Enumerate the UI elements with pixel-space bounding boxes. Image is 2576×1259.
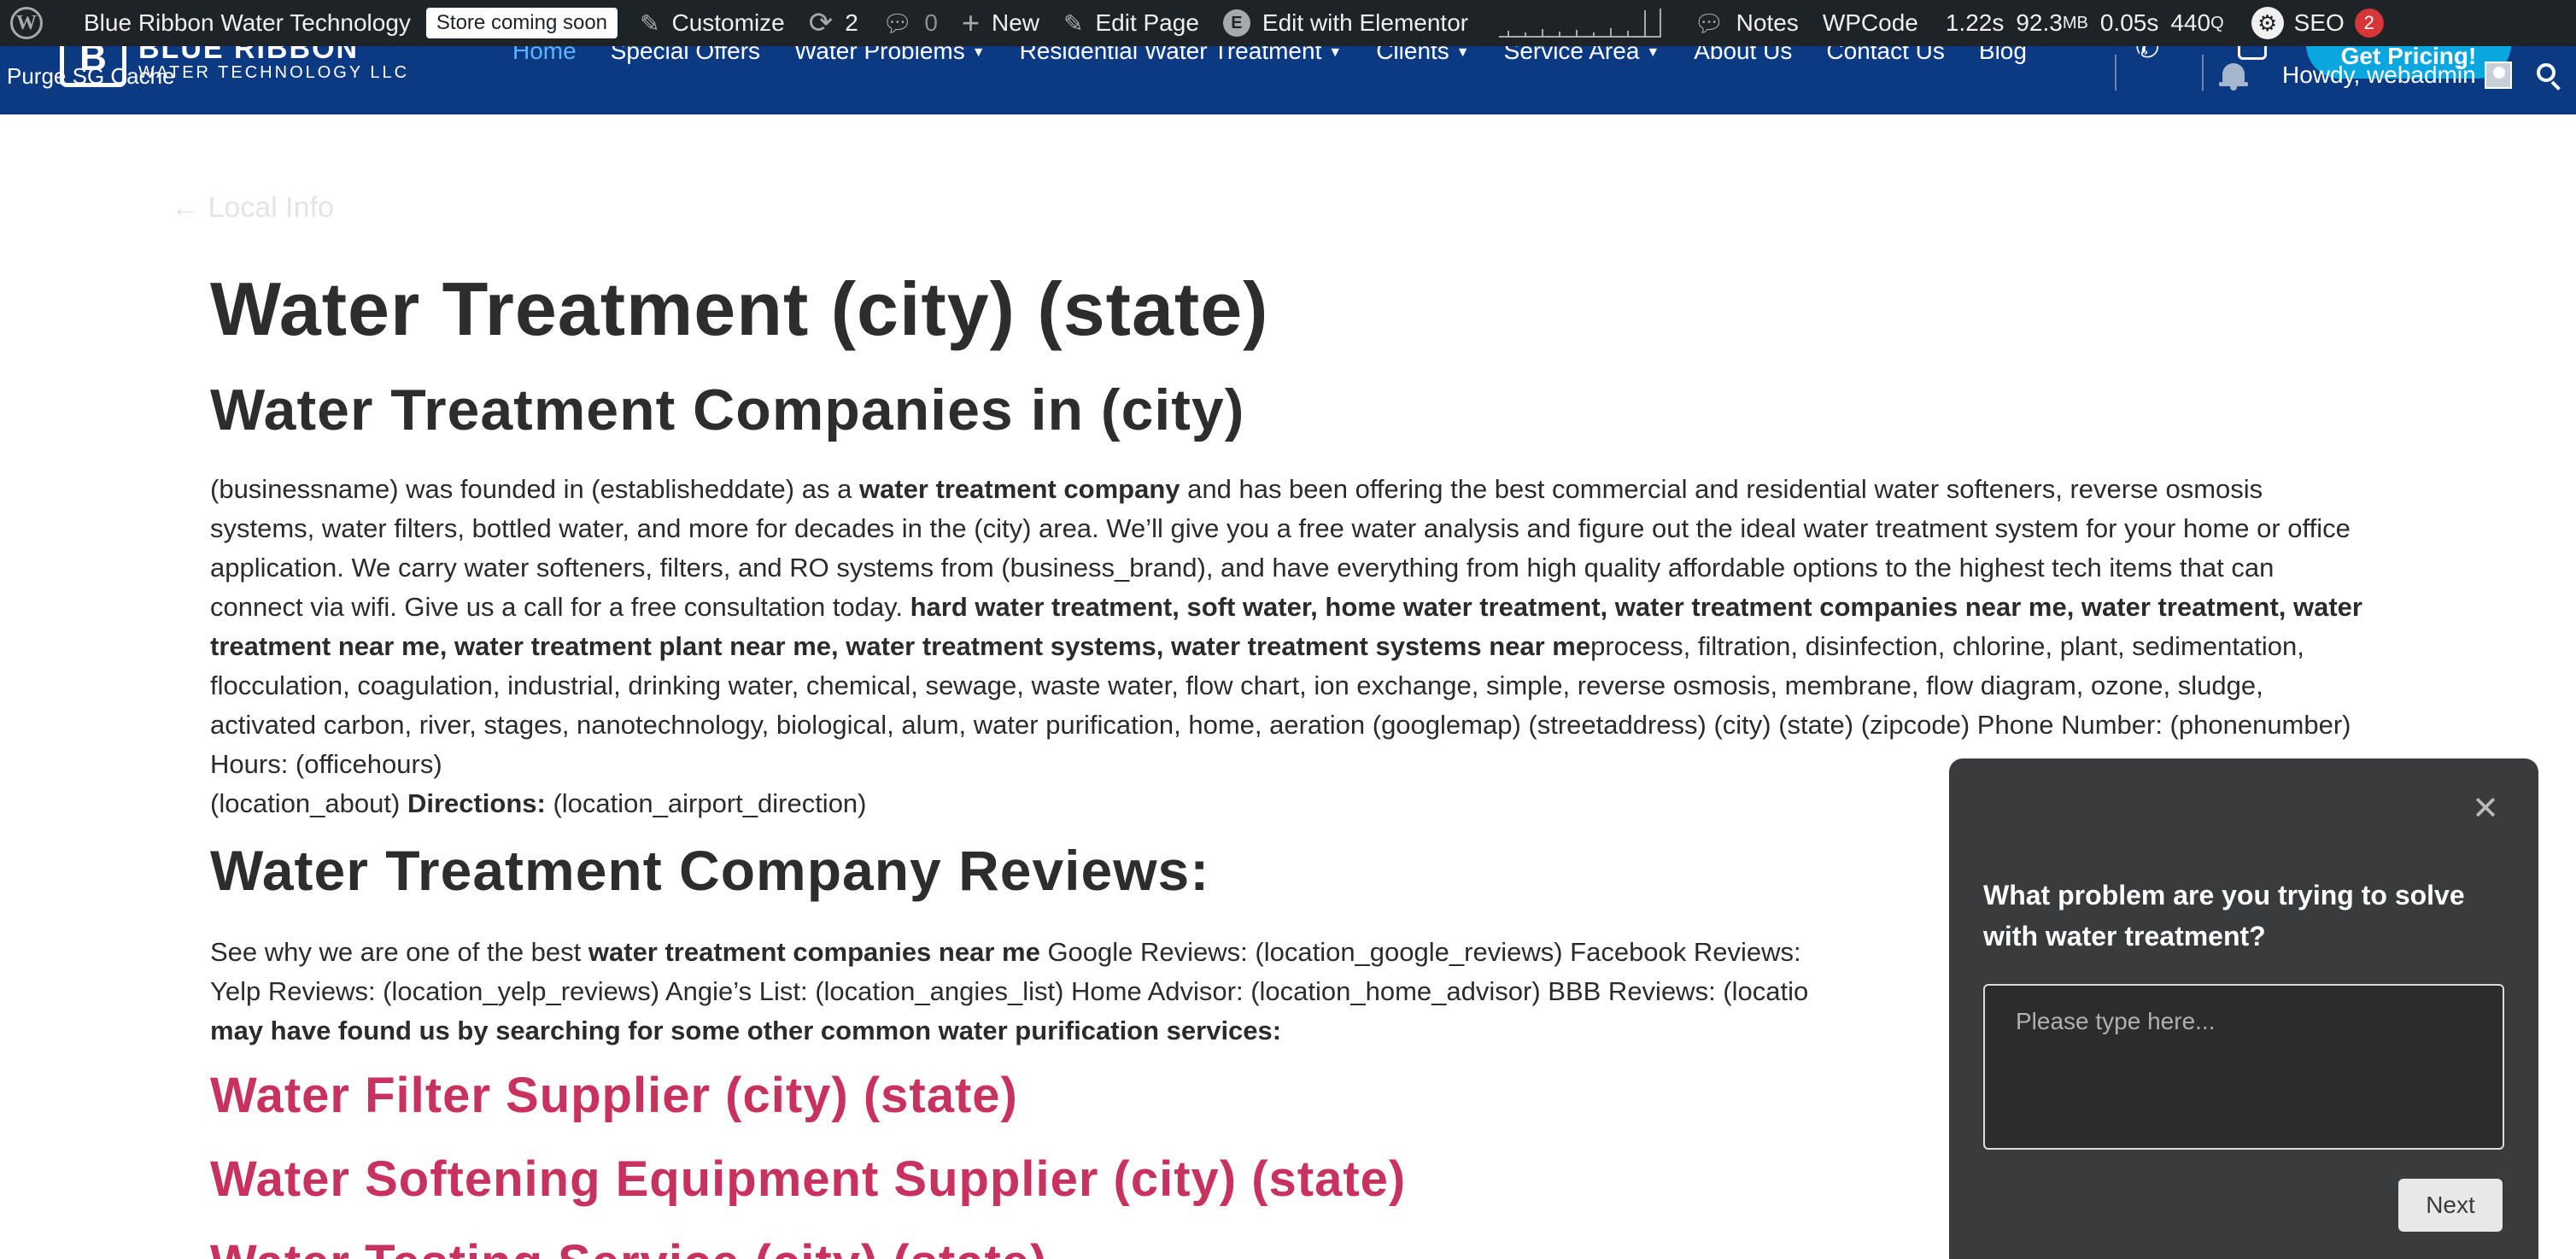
survey-popup: ✕ What problem are you trying to solve w… xyxy=(1949,758,2538,1259)
perf-memory: 92.3 xyxy=(2016,9,2063,36)
reviews-bold-keyword: water treatment companies near me xyxy=(588,937,1040,967)
nav-home[interactable]: Home xyxy=(512,46,577,65)
page-title: Water Treatment (city) (state) xyxy=(210,266,1269,351)
wpcode-label: WPCode xyxy=(1822,9,1918,36)
edit-elementor-label: Edit with Elementor xyxy=(1262,9,1469,36)
updates-menu[interactable]: ⟳ 2 xyxy=(797,0,870,46)
new-content-menu[interactable]: + New xyxy=(950,0,1051,46)
howdy-label: Howdy, webadmin xyxy=(2282,61,2476,88)
nav-blog[interactable]: Blog xyxy=(1979,46,2027,65)
intro-bold-keyword: water treatment company xyxy=(858,474,1180,504)
nav-contact-us-label: Contact Us xyxy=(1826,46,1945,64)
nav-about-us[interactable]: About Us xyxy=(1694,46,1792,65)
nav-clients[interactable]: Clients ▼ xyxy=(1376,46,1469,65)
brush-icon: ✎ xyxy=(640,9,660,37)
notes-icon: 💬︎ xyxy=(1694,9,1724,37)
nav-special-offers[interactable]: Special Offers xyxy=(611,46,760,65)
caret-down-icon: ▼ xyxy=(1328,46,1343,60)
nav-residential[interactable]: Residential Water Treatment ▼ xyxy=(1020,46,1343,65)
nav-contact-us[interactable]: Contact Us xyxy=(1826,46,1945,65)
wp-admin-bar: W Blue Ribbon Water Technology Store com… xyxy=(0,0,2576,46)
section-heading-companies: Water Treatment Companies in (city) xyxy=(210,378,1245,442)
caret-down-icon: ▼ xyxy=(1455,46,1470,60)
purge-cache-link[interactable]: Purge SG Cache xyxy=(7,63,175,90)
nav-water-problems[interactable]: Water Problems ▼ xyxy=(794,46,986,65)
wordpress-icon: W xyxy=(10,7,43,39)
site-header: B BLUE RIBBON WATER TECHNOLOGY LLC Purge… xyxy=(0,46,2576,114)
nav-water-problems-label: Water Problems xyxy=(794,46,965,64)
caret-down-icon: ▼ xyxy=(1646,46,1660,60)
nav-home-label: Home xyxy=(512,46,577,64)
edit-page-label: Edit Page xyxy=(1095,9,1199,36)
breadcrumb[interactable]: ← Local Info xyxy=(171,191,334,225)
logo-text: BLUE RIBBON xyxy=(138,46,360,65)
reviews-text: Google Reviews: (location_google_reviews… xyxy=(1039,937,1801,967)
nav-service-area-label: Service Area xyxy=(1503,46,1640,64)
survey-question: What problem are you trying to solve wit… xyxy=(1983,880,2465,952)
notification-bell-icon[interactable] xyxy=(2219,61,2248,91)
perf-queries-unit: Q xyxy=(2210,13,2224,32)
comments-count: 0 xyxy=(924,9,938,36)
seo-count-badge: 2 xyxy=(2354,9,2384,38)
reviews-text: Yelp Reviews: (location_yelp_reviews) An… xyxy=(210,976,1809,1006)
perf-time: 1.22s xyxy=(1945,9,2005,36)
phone-icon[interactable]: ✆ xyxy=(2135,46,2160,65)
reviews-text: See why we are one of the best xyxy=(210,937,588,967)
customize-label: Customize xyxy=(671,9,785,36)
nav-about-us-label: About Us xyxy=(1694,46,1793,64)
edit-elementor-menu[interactable]: E Edit with Elementor xyxy=(1211,0,1480,46)
perf-query-time: 0.05s xyxy=(2099,9,2159,36)
cart-icon[interactable] xyxy=(2238,46,2267,60)
comment-icon: 💬︎ xyxy=(881,9,913,37)
intro-text: (businessname) was founded in (establish… xyxy=(210,474,859,504)
main-navigation: Home Special Offers Water Problems ▼ Resi… xyxy=(512,46,2061,65)
performance-graph-menu[interactable] xyxy=(1480,0,1682,46)
pencil-icon: ✎ xyxy=(1063,9,1084,37)
logo-tagline: WATER TECHNOLOGY LLC xyxy=(138,63,410,82)
edit-page-menu[interactable]: ✎ Edit Page xyxy=(1051,0,1211,46)
notes-label: Notes xyxy=(1736,9,1799,36)
avatar xyxy=(2484,61,2512,89)
nav-special-offers-label: Special Offers xyxy=(610,46,761,64)
wpcode-menu[interactable]: WPCode xyxy=(1811,0,1930,46)
search-icon[interactable] xyxy=(2537,63,2562,91)
user-account-menu[interactable]: Howdy, webadmin xyxy=(2282,61,2512,89)
directions-text: (location_airport_direction) xyxy=(545,788,867,818)
wp-logo-menu[interactable]: W xyxy=(0,0,55,46)
plus-icon: + xyxy=(961,5,980,40)
perf-memory-unit: MB xyxy=(2062,13,2088,32)
perf-queries: 440 xyxy=(2170,9,2211,36)
notes-menu[interactable]: 💬︎ Notes xyxy=(1682,0,1811,46)
next-button[interactable]: Next xyxy=(2398,1179,2503,1232)
nav-divider xyxy=(2202,55,2204,91)
seo-menu[interactable]: ⚙ SEO 2 xyxy=(2236,0,2396,46)
reviews-bold-text: may have found us by searching for some … xyxy=(210,1016,1282,1045)
location-about: (location_about) xyxy=(210,788,407,818)
site-name: Blue Ribbon Water Technology xyxy=(84,9,411,36)
new-label: New xyxy=(991,9,1039,36)
store-status-badge[interactable]: Store coming soon xyxy=(425,8,618,38)
close-icon[interactable]: ✕ xyxy=(2472,793,2499,825)
performance-graph xyxy=(1499,9,1662,38)
query-monitor-menu[interactable]: 1.22s 92.3 MB 0.05s 440 Q xyxy=(1930,0,2236,46)
elementor-icon: E xyxy=(1222,9,1250,37)
seo-gear-icon: ⚙ xyxy=(2251,7,2284,39)
nav-blog-label: Blog xyxy=(1978,46,2027,64)
nav-service-area[interactable]: Service Area ▼ xyxy=(1504,46,1660,65)
survey-answer-input[interactable] xyxy=(1983,984,2504,1150)
nav-divider xyxy=(2115,55,2116,91)
seo-label: SEO xyxy=(2293,9,2345,36)
caret-down-icon: ▼ xyxy=(971,46,986,60)
customize-menu[interactable]: ✎ Customize xyxy=(628,0,797,46)
nav-clients-label: Clients xyxy=(1376,46,1449,64)
directions-label: Directions: xyxy=(407,788,546,818)
updates-icon: ⟳ xyxy=(808,7,834,39)
comments-menu[interactable]: 💬︎ 0 xyxy=(870,0,950,46)
updates-count: 2 xyxy=(845,9,858,36)
nav-residential-label: Residential Water Treatment xyxy=(1019,46,1322,64)
site-name-menu[interactable]: Blue Ribbon Water Technology xyxy=(55,0,423,46)
